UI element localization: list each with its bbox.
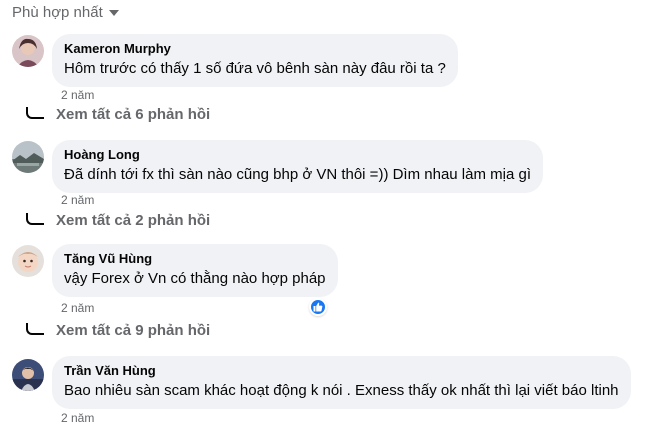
view-replies-label: Xem tất cả 2 phản hồi [56, 212, 211, 229]
view-replies-label: Xem tất cả 9 phản hồi [56, 322, 211, 339]
comment-text: vậy Forex ở Vn có thằng nào hợp pháp [64, 270, 326, 287]
chevron-down-icon [108, 10, 119, 16]
comment-time[interactable]: 2 năm [61, 88, 94, 102]
sort-dropdown[interactable]: Phù hợp nhất [12, 2, 119, 22]
reply-connector-icon [26, 213, 44, 225]
avatar[interactable] [12, 359, 44, 391]
comment-author[interactable]: Tăng Vũ Hùng [64, 251, 326, 267]
comment-section: Phù hợp nhất Kameron Murphy Hôm trước có… [0, 0, 669, 424]
comment-text: Bao nhiêu sàn scam khác hoạt động k nói … [64, 382, 619, 399]
comment-bubble: Hoàng Long Đã dính tới fx thì sàn nào cũ… [52, 140, 543, 193]
reply-connector-icon [26, 323, 44, 335]
thumbs-up-icon [313, 302, 323, 312]
sort-label: Phù hợp nhất [12, 3, 103, 21]
view-replies-link[interactable]: Xem tất cả 2 phản hồi [26, 212, 210, 229]
comment-bubble: Trần Văn Hùng Bao nhiêu sàn scam khác ho… [52, 356, 631, 409]
comment-time[interactable]: 2 năm [61, 193, 94, 207]
comment-author[interactable]: Hoàng Long [64, 147, 531, 163]
view-replies-link[interactable]: Xem tất cả 6 phản hồi [26, 106, 210, 123]
avatar[interactable] [12, 245, 44, 277]
comment-text: Đã dính tới fx thì sàn nào cũng bhp ở VN… [64, 166, 531, 183]
view-replies-link[interactable]: Xem tất cả 9 phản hồi [26, 322, 210, 339]
comment-time[interactable]: 2 năm [61, 411, 94, 424]
comment-bubble: Tăng Vũ Hùng vậy Forex ở Vn có thằng nào… [52, 244, 338, 297]
comment-author[interactable]: Kameron Murphy [64, 41, 446, 57]
view-replies-label: Xem tất cả 6 phản hồi [56, 106, 211, 123]
reply-connector-icon [26, 107, 44, 119]
comment-author[interactable]: Trần Văn Hùng [64, 363, 619, 379]
avatar[interactable] [12, 35, 44, 67]
comment-text: Hôm trước có thấy 1 số đứa vô bênh sàn n… [64, 60, 446, 77]
comment-time[interactable]: 2 năm [61, 301, 94, 315]
avatar[interactable] [12, 141, 44, 173]
comment-bubble: Kameron Murphy Hôm trước có thấy 1 số đứ… [52, 34, 458, 87]
like-reaction-badge[interactable] [309, 298, 327, 316]
